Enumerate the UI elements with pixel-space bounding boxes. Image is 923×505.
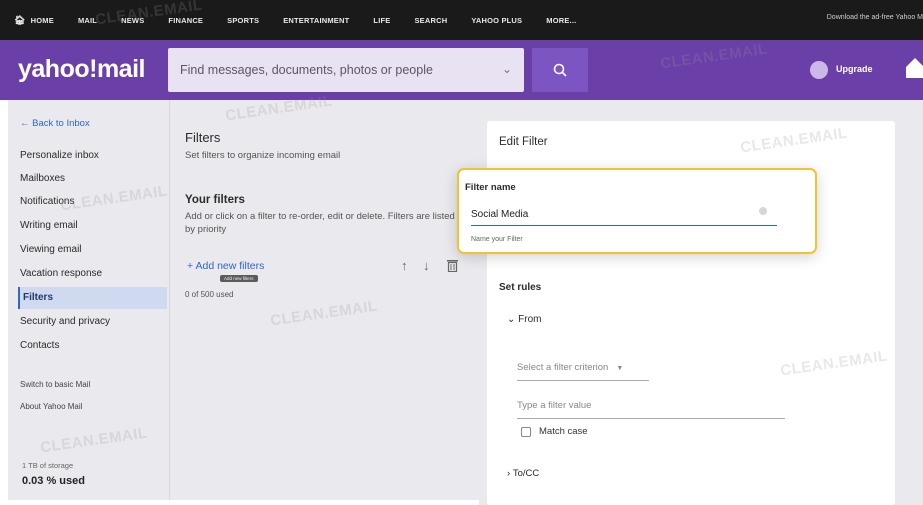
yahoo-mail-logo[interactable]: yahoo!mail	[18, 55, 145, 84]
nav-news[interactable]: NEWS	[121, 16, 144, 25]
nav-mail[interactable]: MAIL	[78, 16, 97, 25]
chevron-down-icon[interactable]: ⌄	[502, 62, 512, 76]
criterion-placeholder: Select a filter criterion	[517, 362, 609, 373]
sidebar-item-filters[interactable]: Filters	[18, 287, 167, 309]
nav-more[interactable]: MORE...	[546, 16, 576, 25]
about-yahoo-mail-link[interactable]: About Yahoo Mail	[20, 402, 82, 411]
settings-sidebar: ← Back to Inbox Personalize inbox Mailbo…	[8, 100, 169, 500]
match-case-label: Match case	[539, 426, 588, 437]
trash-icon[interactable]	[447, 259, 458, 272]
nav-life[interactable]: LIFE	[373, 16, 390, 25]
sidebar-item-contacts[interactable]: Contacts	[20, 340, 59, 351]
filter-name-label: Filter name	[465, 182, 516, 193]
home-icon: 🏠︎	[14, 14, 26, 25]
search-button[interactable]	[532, 48, 588, 92]
filter-criterion-select[interactable]: Select a filter criterion ▼	[517, 357, 649, 381]
filter-name-input[interactable]	[471, 204, 777, 226]
sidebar-item-security-and-privacy[interactable]: Security and privacy	[20, 316, 110, 327]
sidebar-item-vacation-response[interactable]: Vacation response	[20, 268, 102, 279]
from-label: From	[518, 314, 542, 325]
storage-label: 1 TB of storage	[22, 461, 74, 470]
adfree-link[interactable]: Download the ad-free Yahoo M	[827, 14, 923, 21]
nav-home[interactable]: 🏠︎ HOME	[14, 15, 54, 26]
upgrade-button[interactable]: Upgrade	[836, 64, 873, 74]
tocc-section-toggle[interactable]: › To/CC	[507, 468, 539, 479]
sidebar-item-viewing-email[interactable]: Viewing email	[20, 244, 82, 255]
filters-panel: Filters Set filters to organize incoming…	[169, 100, 479, 500]
your-filters-description: Add or click on a filter to re-order, ed…	[185, 211, 455, 235]
search-placeholder: Find messages, documents, photos or peop…	[180, 63, 433, 77]
nav-yahoo-plus[interactable]: YAHOO PLUS	[471, 16, 522, 25]
filters-used-count: 0 of 500 used	[185, 290, 234, 299]
sidebar-item-notifications[interactable]: Notifications	[20, 196, 74, 207]
match-case-option[interactable]: Match case	[521, 426, 588, 437]
filter-name-field-group: Filter name Name your Filter	[457, 168, 817, 254]
clear-input-icon[interactable]	[759, 207, 767, 215]
storage-used: 0.03 % used	[22, 475, 85, 487]
arrow-down-icon[interactable]: ↓	[423, 258, 430, 273]
nav-home-label: HOME	[30, 15, 54, 25]
search-icon	[553, 63, 567, 77]
filter-value-input[interactable]: Type a filter value	[517, 393, 785, 419]
add-new-filters-button[interactable]: + Add new filters	[187, 260, 264, 272]
chevron-down-icon: ⌄	[507, 314, 519, 325]
search-input[interactable]: Find messages, documents, photos or peop…	[168, 48, 524, 92]
top-navigation-bar: 🏠︎ HOME MAIL NEWS FINANCE SPORTS ENTERTAI…	[0, 0, 923, 40]
set-rules-heading: Set rules	[499, 282, 542, 293]
page-subtitle: Set filters to organize incoming email	[185, 150, 341, 161]
add-filters-tooltip: Add new filters	[220, 275, 258, 282]
sidebar-item-personalize-inbox[interactable]: Personalize inbox	[20, 150, 99, 161]
nav-sports[interactable]: SPORTS	[227, 16, 259, 25]
match-case-checkbox[interactable]	[521, 426, 531, 437]
avatar[interactable]	[810, 61, 828, 79]
your-filters-heading: Your filters	[185, 194, 245, 206]
filter-name-hint: Name your Filter	[471, 236, 523, 243]
from-section-toggle[interactable]: ⌄ From	[507, 314, 542, 325]
tocc-label: To/CC	[512, 468, 540, 479]
page-title: Filters	[185, 130, 221, 145]
value-placeholder: Type a filter value	[517, 400, 592, 411]
nav-finance[interactable]: FINANCE	[168, 16, 203, 25]
sidebar-item-writing-email[interactable]: Writing email	[20, 220, 78, 231]
mail-header: yahoo!mail Find messages, documents, pho…	[0, 40, 923, 100]
nav-entertainment[interactable]: ENTERTAINMENT	[283, 16, 349, 25]
back-to-inbox-link[interactable]: ← Back to Inbox	[20, 118, 90, 129]
sidebar-item-mailboxes[interactable]: Mailboxes	[20, 173, 65, 184]
arrow-up-icon[interactable]: ↑	[401, 258, 408, 273]
home-icon[interactable]	[906, 58, 923, 78]
switch-to-basic-mail-link[interactable]: Switch to basic Mail	[20, 380, 90, 389]
nav-search[interactable]: SEARCH	[414, 16, 447, 25]
edit-filter-title: Edit Filter	[499, 136, 548, 148]
dropdown-caret-icon: ▼	[616, 365, 624, 372]
